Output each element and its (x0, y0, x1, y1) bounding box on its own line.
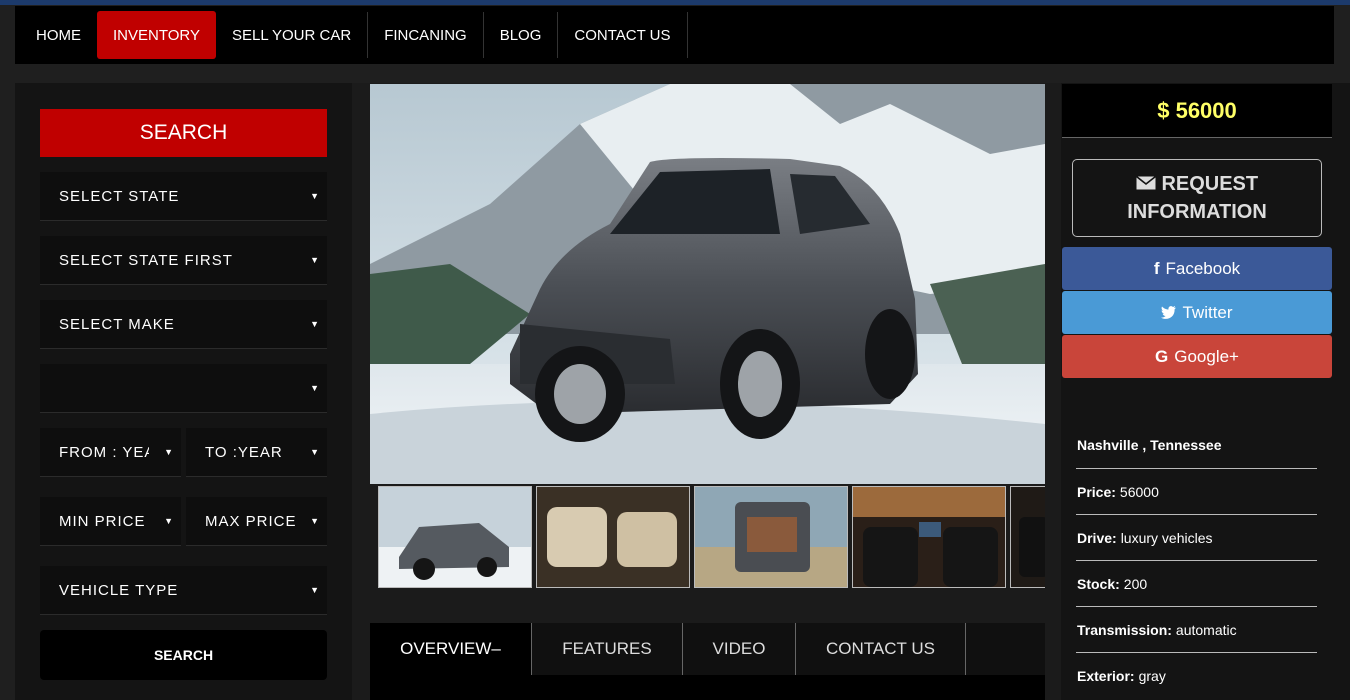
request-label-line2: INFORMATION (1127, 201, 1267, 223)
thumbnail-exterior[interactable] (378, 486, 532, 588)
detail-label: Drive: (1077, 529, 1117, 546)
search-sidebar: SEARCH SELECT STATE ▼ SELECT STATE FIRST… (15, 83, 352, 700)
detail-row-stock: Stock: 200 (1076, 561, 1317, 607)
select-from-year-label: FROM : YEAR (59, 443, 149, 461)
dropdown-arrow-icon: ▼ (310, 319, 320, 329)
request-information-button[interactable]: REQUEST INFORMATION (1072, 159, 1322, 237)
thumbnail-interior-seats[interactable] (536, 486, 690, 588)
dropdown-arrow-icon: ▼ (164, 447, 174, 457)
detail-label: Exterior: (1077, 668, 1135, 684)
select-make-label: SELECT MAKE (59, 315, 175, 333)
select-vehicle-type[interactable]: VEHICLE TYPE ▼ (40, 566, 327, 615)
dropdown-arrow-icon: ▼ (310, 447, 320, 457)
detail-value: 200 (1123, 575, 1148, 592)
select-from-year[interactable]: FROM : YEAR ▼ (40, 428, 181, 477)
detail-row-exterior: Exterior: gray (1076, 653, 1317, 699)
thumbnail-dashboard[interactable] (852, 486, 1006, 588)
tab-content (370, 675, 1045, 700)
facebook-label: Facebook (1165, 258, 1241, 278)
request-label-line1: REQUEST (1161, 173, 1259, 195)
select-state[interactable]: SELECT STATE ▼ (40, 172, 327, 221)
nav-sell-your-car[interactable]: SELL YOUR CAR (216, 12, 369, 58)
main-vehicle-image (370, 84, 1045, 484)
tab-contact-us[interactable]: CONTACT US (796, 623, 966, 675)
detail-value: gray (1138, 668, 1166, 684)
select-max-price-label: MAX PRICE (205, 512, 297, 530)
facebook-share-button[interactable]: f Facebook (1062, 247, 1332, 290)
dropdown-arrow-icon: ▼ (310, 255, 320, 265)
select-to-year[interactable]: TO :YEAR ▼ (186, 428, 327, 477)
select-make[interactable]: SELECT MAKE ▼ (40, 300, 327, 349)
detail-label: Price: (1077, 483, 1116, 500)
nav-blog[interactable]: BLOG (484, 12, 559, 58)
thumbnail-interior-partial[interactable] (1010, 486, 1045, 588)
detail-row-price: Price: 56000 (1076, 469, 1317, 515)
tab-overview[interactable]: OVERVIEW– (370, 623, 532, 675)
select-city-label: SELECT STATE FIRST (59, 251, 233, 269)
detail-label: Transmission: (1077, 621, 1172, 638)
nav-home[interactable]: HOME (21, 12, 97, 58)
google-plus-share-button[interactable]: G Google+ (1062, 335, 1332, 378)
detail-tabs: OVERVIEW– FEATURES VIDEO CONTACT US (370, 623, 1045, 700)
dropdown-arrow-icon: ▼ (310, 191, 320, 201)
detail-row-transmission: Transmission: automatic (1076, 607, 1317, 653)
vehicle-location: Nashville , Tennessee (1076, 421, 1317, 469)
select-min-price[interactable]: MIN PRICE ▼ (40, 497, 181, 546)
select-min-price-label: MIN PRICE (59, 512, 146, 530)
dropdown-arrow-icon: ▼ (310, 585, 320, 595)
dropdown-arrow-icon: ▼ (310, 383, 320, 393)
top-accent-bar (0, 0, 1350, 5)
select-state-label: SELECT STATE (59, 187, 180, 205)
detail-value: luxury vehicles (1120, 529, 1213, 546)
nav-inventory[interactable]: INVENTORY (97, 11, 216, 59)
select-max-price[interactable]: MAX PRICE ▼ (186, 497, 327, 546)
vehicle-gallery: OVERVIEW– FEATURES VIDEO CONTACT US (352, 83, 1061, 700)
envelope-icon (1135, 173, 1162, 195)
twitter-share-button[interactable]: Twitter (1062, 291, 1332, 334)
tab-features[interactable]: FEATURES (532, 623, 683, 675)
detail-label: Stock: (1077, 575, 1120, 592)
google-icon: G (1155, 346, 1169, 366)
twitter-icon (1161, 303, 1177, 323)
thumbnail-strip (370, 485, 1045, 589)
nav-contact-us[interactable]: CONTACT US (558, 12, 688, 58)
tab-video[interactable]: VIDEO (683, 623, 796, 675)
twitter-label: Twitter (1182, 302, 1233, 322)
search-heading: SEARCH (40, 109, 327, 157)
facebook-icon: f (1153, 258, 1160, 278)
select-city[interactable]: SELECT STATE FIRST ▼ (40, 236, 327, 285)
search-button[interactable]: SEARCH (40, 630, 327, 680)
dropdown-arrow-icon: ▼ (164, 516, 174, 526)
nav-financing[interactable]: FINCANING (368, 12, 484, 58)
select-vehicle-type-label: VEHICLE TYPE (59, 581, 179, 599)
detail-row-drive: Drive: luxury vehicles (1076, 515, 1317, 561)
select-to-year-label: TO :YEAR (205, 443, 283, 461)
vehicle-details: Nashville , Tennessee Price: 56000 Drive… (1076, 421, 1317, 699)
vehicle-price: $ 56000 (1062, 84, 1332, 138)
select-model[interactable]: ▼ (40, 364, 327, 413)
main-nav: HOME INVENTORY SELL YOUR CAR FINCANING B… (15, 6, 1334, 64)
detail-value: automatic (1175, 621, 1237, 638)
dropdown-arrow-icon: ▼ (310, 516, 320, 526)
google-label: Google+ (1174, 346, 1239, 366)
thumbnail-cargo[interactable] (694, 486, 848, 588)
detail-value: 56000 (1119, 483, 1159, 500)
vehicle-info-sidebar: $ 56000 REQUEST INFORMATION f Facebook T… (1061, 83, 1350, 700)
